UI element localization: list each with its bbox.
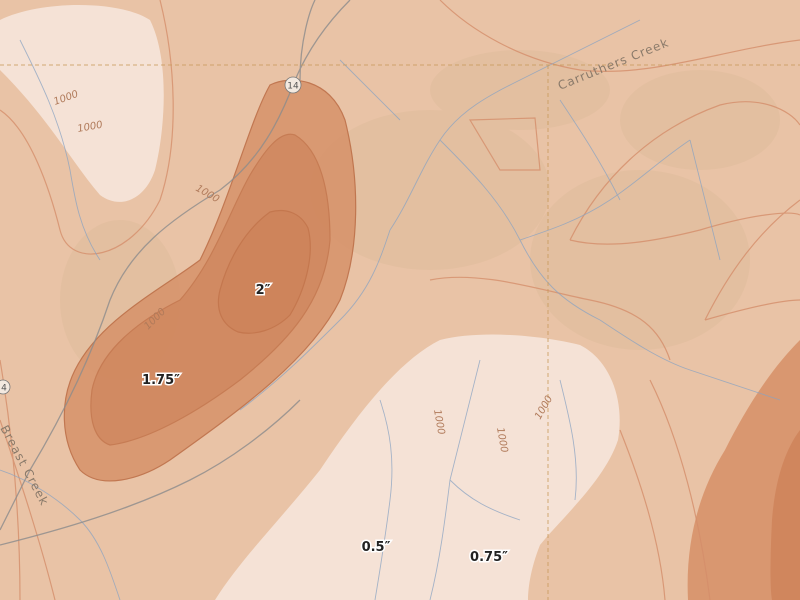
precip-label-0-75-inch: 0.75″ bbox=[470, 550, 508, 565]
svg-text:14: 14 bbox=[287, 82, 299, 92]
precip-label-0-5-inch: 0.5″ bbox=[362, 540, 391, 555]
precip-label-2-inch: 2″ bbox=[256, 283, 271, 298]
svg-text:4: 4 bbox=[1, 384, 7, 394]
precip-label-1-75-inch: 1.75″ bbox=[142, 373, 180, 388]
highway-shield-14: 14 bbox=[284, 76, 302, 94]
precipitation-map[interactable]: 14 4 1000 1000 1000 1000 1000 1000 1000 … bbox=[0, 0, 800, 600]
highway-shield-edge: 4 bbox=[0, 379, 11, 395]
map-canvas: 14 4 1000 1000 1000 1000 1000 1000 1000 … bbox=[0, 0, 800, 600]
